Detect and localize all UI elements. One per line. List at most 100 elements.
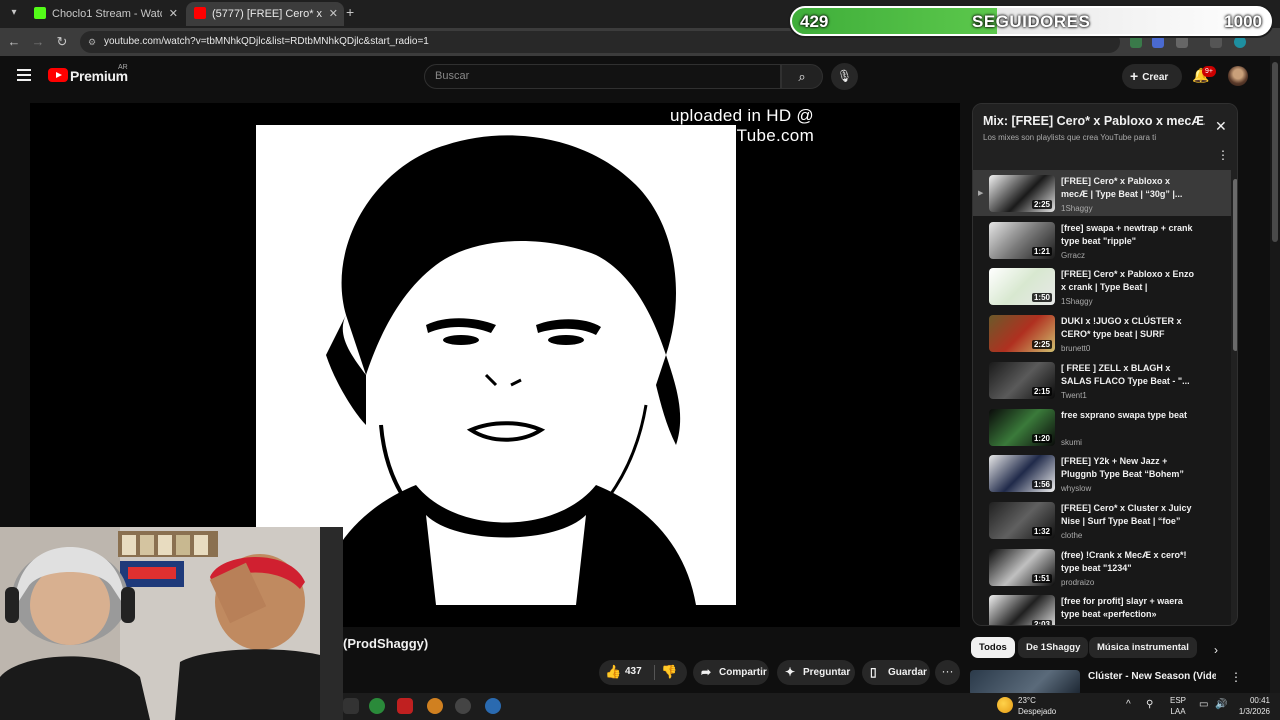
video-thumbnail[interactable]: 1:56 (989, 455, 1055, 493)
mix-list-item[interactable]: 1:32 [FREE] Cero* x Cluster x Juicy Nise … (973, 497, 1231, 543)
back-arrow-icon[interactable]: ← (6, 34, 22, 49)
reload-icon[interactable]: ↻ (54, 34, 70, 50)
mix-list-item[interactable]: 2:03 [free for profit] slayr + waera type… (973, 590, 1231, 625)
mix-list-item[interactable]: 1:56 [FREE] Y2k + New Jazz + Pluggnb Type… (973, 450, 1231, 496)
share-label: Compartir (719, 667, 767, 678)
site-info-icon[interactable]: ⚙ (88, 31, 96, 53)
close-tab-icon[interactable]: ✕ (329, 2, 338, 26)
ask-button[interactable]: ✦ Preguntar (777, 660, 855, 685)
recommended-title[interactable]: Clúster - New Season (Video (1088, 671, 1216, 682)
mic-tray-icon[interactable]: ⚲ (1146, 699, 1153, 710)
extension-icon[interactable] (1152, 36, 1164, 48)
page-scrollbar[interactable] (1270, 56, 1280, 696)
new-tab-icon[interactable]: + (346, 4, 354, 20)
video-title[interactable]: [FREE] Y2k + New Jazz + Pluggnb Type Bea… (1061, 455, 1196, 481)
mix-scrollbar-thumb[interactable] (1233, 179, 1237, 351)
obs-icon[interactable] (455, 698, 471, 714)
channel-name[interactable]: meadow (1061, 624, 1091, 625)
mix-list-item[interactable]: 1:20 free sxprano swapa type beat skumi (973, 404, 1231, 450)
video-title[interactable]: [FREE] Cero* x Pabloxo x Enzo x crank | … (1061, 268, 1196, 294)
video-thumbnail[interactable]: 1:21 (989, 221, 1055, 259)
channel-name[interactable]: 1Shaggy (1061, 204, 1093, 213)
channel-name[interactable]: Grracz (1061, 251, 1085, 260)
mix-list-item[interactable]: 1:21 [free] swapa + newtrap + crank type … (973, 217, 1231, 263)
close-icon[interactable]: ✕ (1215, 118, 1227, 135)
dislike-button-thumbs-down-icon[interactable]: 👎 (661, 664, 677, 680)
tab-search-chevron-icon[interactable]: ▾ (6, 5, 22, 21)
video-thumbnail[interactable]: 2:25 (989, 315, 1055, 353)
video-thumbnail[interactable]: 2:15 (989, 361, 1055, 399)
like-button-thumbs-up-icon[interactable]: 👍 (605, 664, 621, 680)
tray-chevron-icon[interactable]: ^ (1126, 699, 1131, 710)
mix-list-item[interactable]: 2:15 [ FREE ] ZELL x BLAGH x SALAS FLACO … (973, 357, 1231, 403)
layout-code: LAA (1170, 707, 1186, 716)
video-title[interactable]: [ FREE ] ZELL x BLAGH x SALAS FLACO Type… (1061, 362, 1196, 388)
kebab-menu-icon[interactable]: ⋮ (1230, 670, 1242, 684)
video-thumbnail[interactable]: 2:25 (989, 175, 1055, 212)
video-title[interactable]: free sxprano swapa type beat (1061, 409, 1196, 435)
profile-icon[interactable] (1234, 36, 1246, 48)
video-thumbnail[interactable]: 1:32 (989, 501, 1055, 539)
page-scrollbar-thumb[interactable] (1272, 62, 1278, 242)
channel-name[interactable]: skumi (1061, 438, 1082, 447)
extensions-puzzle-icon[interactable] (1176, 36, 1188, 48)
save-button[interactable]: ▯ Guardar (862, 660, 930, 685)
channel-name[interactable]: whyslow (1061, 484, 1091, 493)
search-button[interactable]: ⌕ (781, 64, 823, 89)
channel-name[interactable]: brunett0 (1061, 344, 1090, 353)
app-icon[interactable] (427, 698, 443, 714)
network-icon[interactable]: ▭ (1199, 699, 1208, 710)
forward-arrow-icon[interactable]: → (30, 34, 46, 49)
mix-list-item[interactable]: 1:51 (free) !Crank x MecÆ x cero*! type b… (973, 544, 1231, 590)
app-icon[interactable] (397, 698, 413, 714)
language-indicator[interactable]: ESP LAA (1170, 695, 1186, 717)
video-title[interactable]: [free for profit] slayr + waera type bea… (1061, 595, 1196, 621)
video-duration: 2:25 (1031, 340, 1052, 350)
chip-from-channel[interactable]: De 1Shaggy (1018, 637, 1089, 658)
chip-instrumental[interactable]: Música instrumental (1089, 637, 1197, 658)
mix-list-item[interactable]: 1:50 [FREE] Cero* x Pabloxo x Enzo x cran… (973, 263, 1231, 309)
followers-goal: 1000 (1224, 12, 1262, 31)
voice-search-button[interactable]: 🎙 (831, 63, 858, 90)
avatar[interactable] (1228, 66, 1248, 86)
video-thumbnail[interactable]: 1:50 (989, 268, 1055, 306)
video-thumbnail[interactable]: 2:03 (989, 595, 1055, 625)
followers-current: 429 (800, 12, 829, 31)
channel-name[interactable]: 1Shaggy (1061, 297, 1093, 306)
menu-hamburger-icon[interactable] (17, 69, 31, 81)
channel-name[interactable]: clothe (1061, 531, 1082, 540)
video-thumbnail[interactable]: 1:20 (989, 408, 1055, 446)
channel-name[interactable]: prodraizo (1061, 578, 1094, 587)
chrome-icon[interactable] (369, 698, 385, 714)
video-title[interactable]: [FREE] Cero* x Pabloxo x mecÆ | Type Bea… (1061, 175, 1196, 201)
volume-icon[interactable]: 🔊 (1215, 699, 1227, 710)
browser-tab-youtube[interactable]: (5777) [FREE] Cero* x Pablo ✕ (186, 2, 344, 26)
search-input[interactable]: Buscar (424, 64, 781, 89)
more-actions-button[interactable]: ··· (935, 660, 960, 685)
chip-all[interactable]: Todos (971, 637, 1015, 658)
weather-sun-icon[interactable] (997, 697, 1013, 713)
video-title[interactable]: [free] swapa + newtrap + crank type beat… (1061, 222, 1196, 248)
mix-playlist-panel: Mix: [FREE] Cero* x Pabloxo x mecÆ... Lo… (972, 103, 1238, 626)
browser-tab-kick[interactable]: Choclo1 Stream - Watch Live o ✕ (26, 2, 184, 26)
mix-title[interactable]: Mix: [FREE] Cero* x Pabloxo x mecÆ... (983, 114, 1205, 128)
video-title[interactable]: DUKI x !JUGO x CLÚSTER x CERO* type beat… (1061, 315, 1196, 341)
kebab-menu-icon[interactable]: ⋮ (1217, 148, 1229, 162)
mix-list-item[interactable]: ▶ 2:25 [FREE] Cero* x Pabloxo x mecÆ | Typ… (973, 170, 1231, 216)
video-title[interactable]: [FREE] Cero* x Cluster x Juicy Nise | Su… (1061, 502, 1196, 528)
channel-name[interactable]: Twent1 (1061, 391, 1087, 400)
app-icon[interactable] (343, 698, 359, 714)
weather-widget[interactable]: 23°C Despejado (1018, 695, 1056, 717)
media-icon[interactable] (1210, 36, 1222, 48)
mix-list-item[interactable]: 2:25 DUKI x !JUGO x CLÚSTER x CERO* type … (973, 310, 1231, 356)
video-thumbnail[interactable]: 1:51 (989, 548, 1055, 586)
youtube-logo-icon[interactable] (48, 68, 68, 82)
close-tab-icon[interactable]: ✕ (169, 2, 178, 26)
chevron-right-icon[interactable]: › (1214, 643, 1218, 657)
system-clock[interactable]: 00:41 1/3/2026 (1230, 695, 1270, 717)
extension-icon[interactable] (1130, 36, 1142, 48)
chrome-icon[interactable] (485, 698, 501, 714)
video-title[interactable]: (free) !Crank x MecÆ x cero*! type beat … (1061, 549, 1196, 575)
create-button[interactable]: + Crear (1122, 64, 1182, 89)
share-button[interactable]: ➦ Compartir (693, 660, 769, 685)
